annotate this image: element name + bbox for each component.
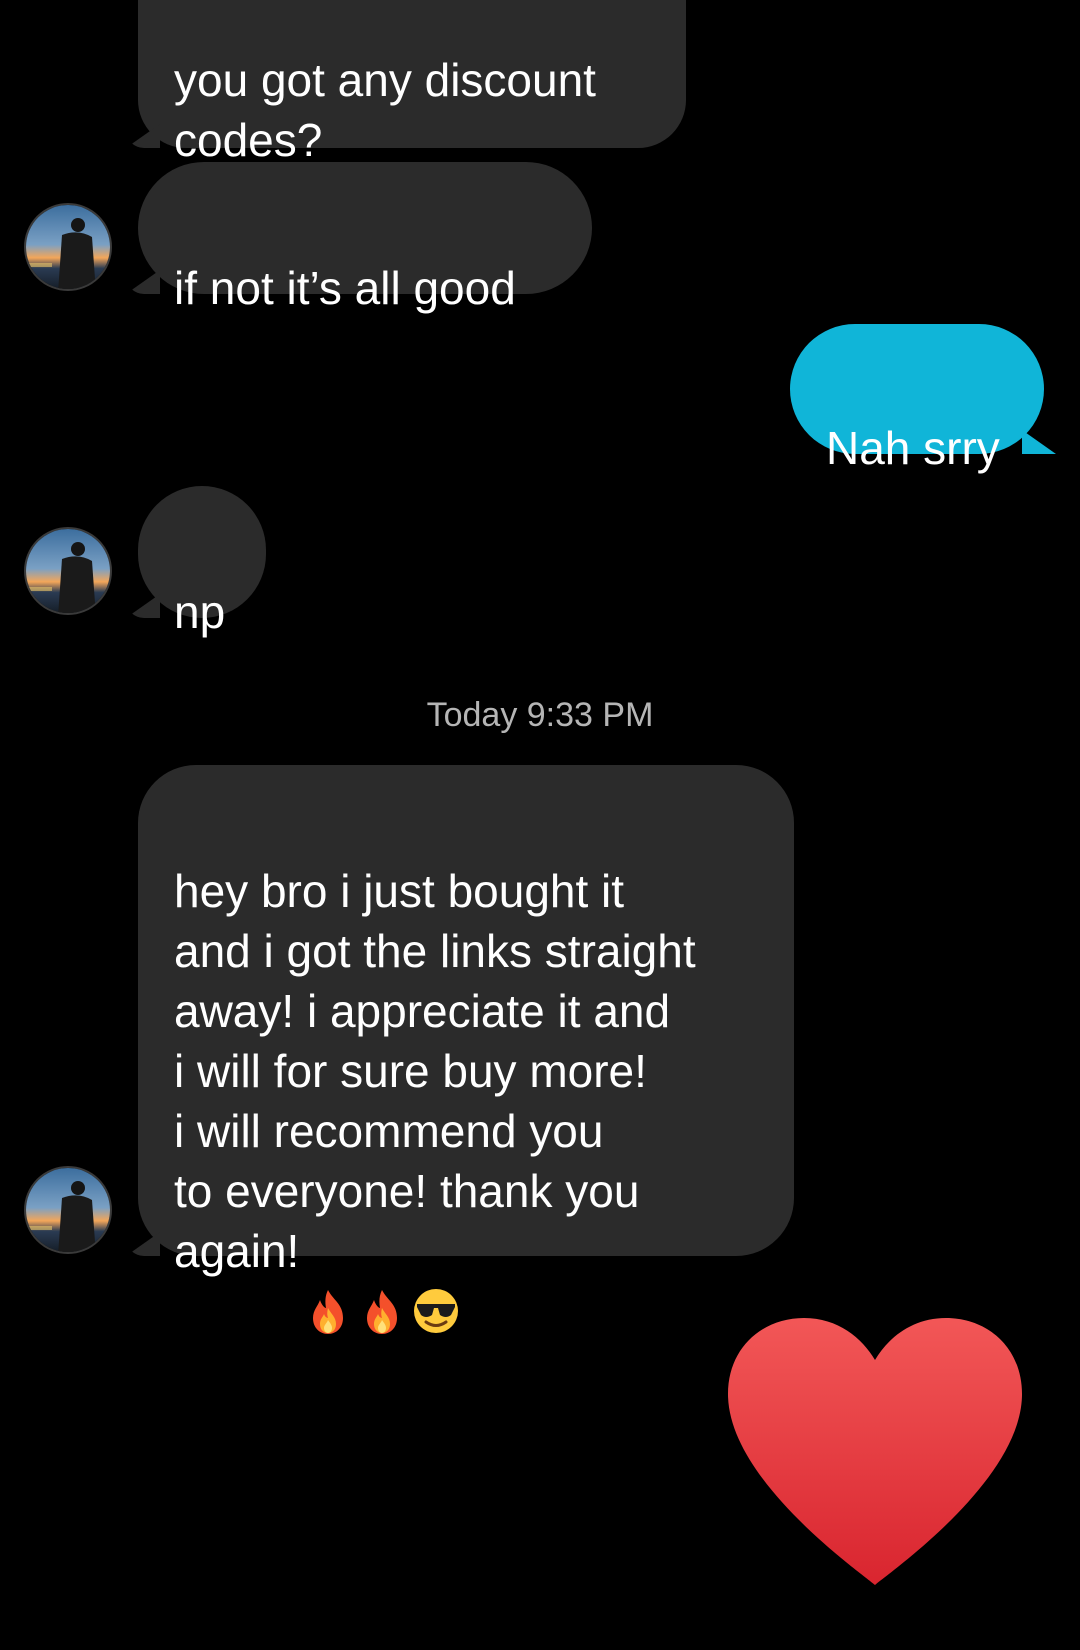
avatar[interactable] — [24, 203, 112, 291]
fire-emoji — [303, 1226, 353, 1334]
heart-icon[interactable] — [720, 1310, 1030, 1590]
avatar-photo-icon — [26, 205, 110, 289]
message-text: you got any discount codes? — [174, 54, 596, 166]
fire-emoji — [357, 1226, 407, 1334]
timestamp: Today 9:33 PM — [426, 696, 654, 734]
message-bubble[interactable]: if not it’s all good — [138, 162, 592, 314]
message-text: if not it’s all good — [174, 262, 516, 314]
avatar[interactable] — [24, 1166, 112, 1254]
sunglasses-emoji — [411, 1226, 461, 1333]
message-bubble[interactable]: hey bro i just bought it and i got the l… — [138, 765, 794, 1334]
message-text: Nah srry — [826, 422, 1000, 474]
message-bubble[interactable]: np — [138, 486, 266, 638]
avatar-photo-icon — [26, 529, 110, 613]
message-bubble[interactable]: Nah srry — [790, 324, 1044, 474]
avatar[interactable] — [24, 527, 112, 615]
message-text: np — [174, 586, 226, 638]
message-bubble[interactable]: you got any discount codes? — [138, 0, 686, 166]
message-text: hey bro i just bought it and i got the l… — [174, 865, 696, 1277]
avatar-photo-icon — [26, 1168, 110, 1252]
